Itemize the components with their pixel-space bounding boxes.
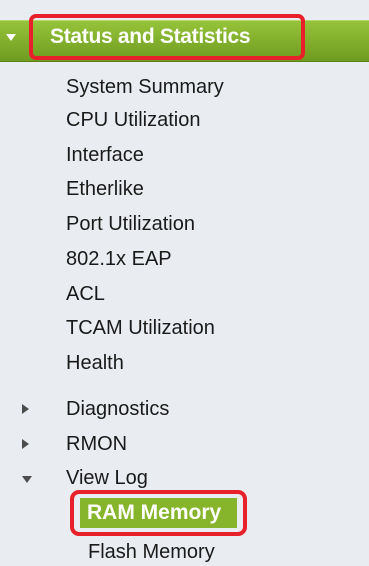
caret-down-icon[interactable] [22, 476, 32, 483]
selected-highlight-box [70, 490, 247, 536]
menu-item-etherlike[interactable]: Etherlike [66, 177, 144, 201]
menu-item-cpu-utilization[interactable]: CPU Utilization [66, 108, 200, 132]
menu-item-flash-memory[interactable]: Flash Memory [88, 540, 215, 564]
menu-item-port-utilization[interactable]: Port Utilization [66, 212, 195, 236]
caret-down-icon [6, 34, 16, 41]
menu-item-diagnostics[interactable]: Diagnostics [66, 397, 169, 421]
caret-right-icon[interactable] [22, 404, 29, 414]
menu-item-system-summary[interactable]: System Summary [66, 75, 224, 99]
menu-item-health[interactable]: Health [66, 351, 124, 375]
menu-item-interface[interactable]: Interface [66, 143, 144, 167]
caret-right-icon[interactable] [22, 439, 29, 449]
menu-item-view-log[interactable]: View Log [66, 466, 148, 490]
menu-item-rmon[interactable]: RMON [66, 432, 127, 456]
section-title: Status and Statistics [50, 25, 251, 48]
menu-item-tcam-utilization[interactable]: TCAM Utilization [66, 316, 215, 340]
menu-item-acl[interactable]: ACL [66, 282, 105, 306]
section-header-status-and-statistics[interactable]: Status and Statistics [0, 14, 369, 64]
menu-item-802-1x-eap[interactable]: 802.1x EAP [66, 247, 172, 271]
